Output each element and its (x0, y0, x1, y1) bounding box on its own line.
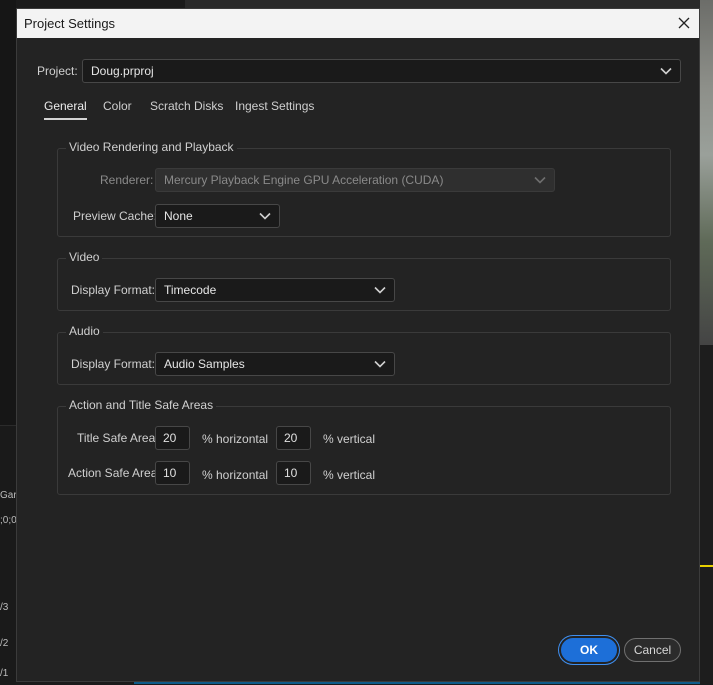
video-display-format-select[interactable]: Timecode (155, 278, 395, 302)
cancel-button[interactable]: Cancel (624, 638, 681, 662)
renderer-select: Mercury Playback Engine GPU Acceleration… (155, 168, 555, 192)
chevron-down-icon (534, 176, 546, 184)
vertical-unit-label: % vertical (323, 432, 376, 446)
tab-scratch-disks[interactable]: Scratch Disks (150, 99, 223, 113)
background-preview-image (700, 0, 713, 345)
action-safe-horizontal-input[interactable]: 10 (155, 461, 190, 485)
video-rendering-group: Video Rendering and Playback Renderer: M… (57, 140, 671, 237)
chevron-down-icon (374, 360, 386, 368)
title-safe-area-label: Title Safe Area (77, 431, 156, 445)
chevron-down-icon (374, 286, 386, 294)
video-display-format-label: Display Format: (71, 283, 156, 297)
title-safe-horizontal-input[interactable]: 20 (155, 426, 190, 450)
preview-cache-label: Preview Cache: (73, 209, 158, 223)
project-select[interactable]: Doug.prproj (82, 59, 681, 83)
background-text: ;0;0 (0, 515, 17, 526)
action-safe-area-label: Action Safe Area (68, 466, 158, 480)
background-text: /1 (0, 668, 9, 679)
renderer-label: Renderer: (100, 173, 154, 187)
vertical-unit-label: % vertical (323, 468, 376, 482)
background-app-right (700, 0, 713, 684)
video-group: Video Display Format: Timecode (57, 250, 671, 311)
horizontal-unit-label: % horizontal (202, 432, 269, 446)
audio-display-format-value: Audio Samples (164, 357, 245, 371)
tab-general[interactable]: General (44, 99, 87, 120)
background-text: Gar (0, 490, 17, 501)
tab-color[interactable]: Color (103, 99, 132, 113)
project-settings-dialog: Project Settings Project: Doug.prproj Ge… (16, 8, 700, 682)
background-playhead-line (700, 565, 713, 567)
preview-cache-select[interactable]: None (155, 204, 280, 228)
project-value: Doug.prproj (91, 64, 154, 78)
audio-group: Audio Display Format: Audio Samples (57, 324, 671, 385)
dialog-title: Project Settings (24, 16, 116, 31)
chevron-down-icon (259, 212, 271, 220)
group-title: Action and Title Safe Areas (66, 398, 217, 412)
background-timeline-panel: Gar ;0;0 /3 /2 /1 (0, 425, 17, 685)
safe-areas-group: Action and Title Safe Areas Title Safe A… (57, 398, 671, 495)
group-title: Audio (66, 324, 103, 338)
group-title: Video Rendering and Playback (66, 140, 237, 154)
renderer-value: Mercury Playback Engine GPU Acceleration… (164, 173, 444, 187)
preview-cache-value: None (164, 209, 193, 223)
project-label: Project: (37, 64, 78, 78)
audio-display-format-select[interactable]: Audio Samples (155, 352, 395, 376)
close-icon[interactable] (675, 14, 693, 32)
horizontal-unit-label: % horizontal (202, 468, 269, 482)
background-text: /3 (0, 602, 9, 613)
video-display-format-value: Timecode (164, 283, 217, 297)
tab-ingest-settings[interactable]: Ingest Settings (235, 99, 314, 113)
group-title: Video (66, 250, 103, 264)
action-safe-vertical-input[interactable]: 10 (276, 461, 311, 485)
background-text: /2 (0, 638, 9, 649)
title-bar: Project Settings (17, 9, 699, 38)
title-safe-vertical-input[interactable]: 20 (276, 426, 311, 450)
audio-display-format-label: Display Format: (71, 357, 156, 371)
ok-button[interactable]: OK (561, 638, 617, 662)
chevron-down-icon (660, 67, 672, 75)
